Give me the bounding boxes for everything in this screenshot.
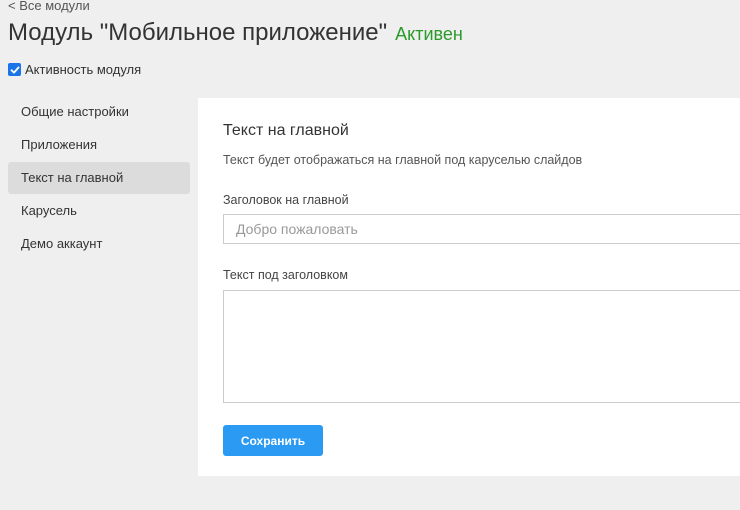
activity-checkbox[interactable] [8, 63, 21, 76]
module-settings-page: < Все модули Модуль "Мобильное приложени… [0, 0, 740, 510]
sidebar-item-general-settings[interactable]: Общие настройки [8, 96, 190, 128]
home-text-panel: Текст на главной Текст будет отображатьс… [198, 98, 740, 476]
save-button[interactable]: Сохранить [223, 425, 323, 456]
heading-field-label: Заголовок на главной [223, 193, 349, 207]
module-activity-toggle[interactable]: Активность модуля [8, 62, 141, 77]
section-description: Текст будет отображаться на главной под … [223, 153, 583, 167]
status-badge: Активен [395, 24, 463, 44]
sidebar-item-demo-account[interactable]: Демо аккаунт [8, 228, 190, 260]
section-title: Текст на главной [223, 122, 349, 139]
checkmark-icon [10, 66, 19, 73]
subheading-text-area[interactable] [223, 290, 740, 403]
heading-input[interactable] [223, 214, 740, 244]
page-title: Модуль "Мобильное приложение" [8, 19, 388, 46]
text-field-label: Текст под заголовком [223, 268, 348, 282]
sidebar-item-carousel[interactable]: Карусель [8, 195, 190, 227]
sidebar-item-applications[interactable]: Приложения [8, 129, 190, 161]
activity-label: Активность модуля [25, 62, 142, 77]
sidebar-item-home-text[interactable]: Текст на главной [8, 162, 190, 194]
settings-sidebar: Общие настройки Приложения Текст на глав… [8, 96, 190, 261]
title-row: Модуль "Мобильное приложение" Активен [8, 17, 463, 50]
back-to-modules-link[interactable]: < Все модули [8, 0, 90, 14]
